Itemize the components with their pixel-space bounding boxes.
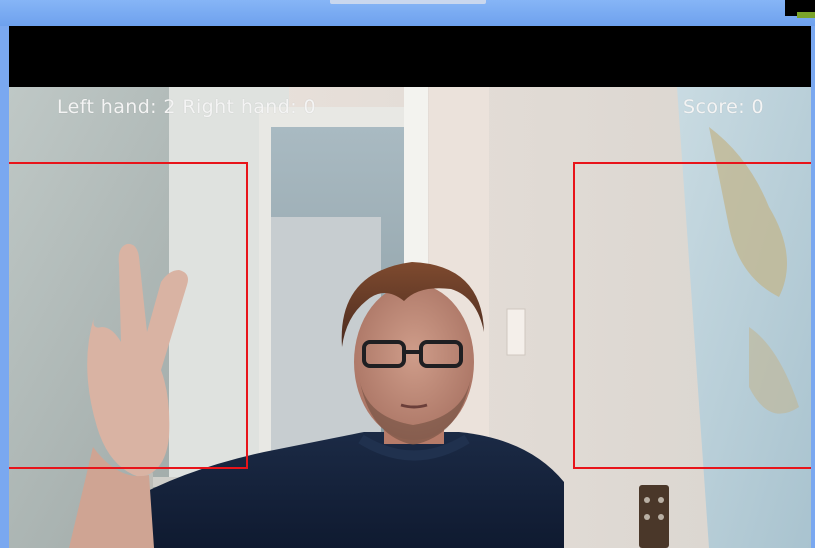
hand-count-overlay: Left hand: 2 Right hand: 0 <box>57 96 316 118</box>
corner-indicator-green <box>797 12 815 18</box>
window-top-strip <box>0 0 815 26</box>
right-hand-detection-box <box>573 162 811 469</box>
window-right-border <box>811 26 815 548</box>
window-left-border <box>0 26 9 548</box>
video-top-black-band <box>9 26 811 87</box>
desktop-frame: Left hand: 2 Right hand: 0 Score: 0 <box>0 0 815 548</box>
score-overlay: Score: 0 <box>683 96 764 118</box>
webcam-window: Left hand: 2 Right hand: 0 Score: 0 <box>9 26 811 548</box>
left-hand-detection-box <box>9 162 248 469</box>
window-thumbnail-tab <box>330 0 486 4</box>
